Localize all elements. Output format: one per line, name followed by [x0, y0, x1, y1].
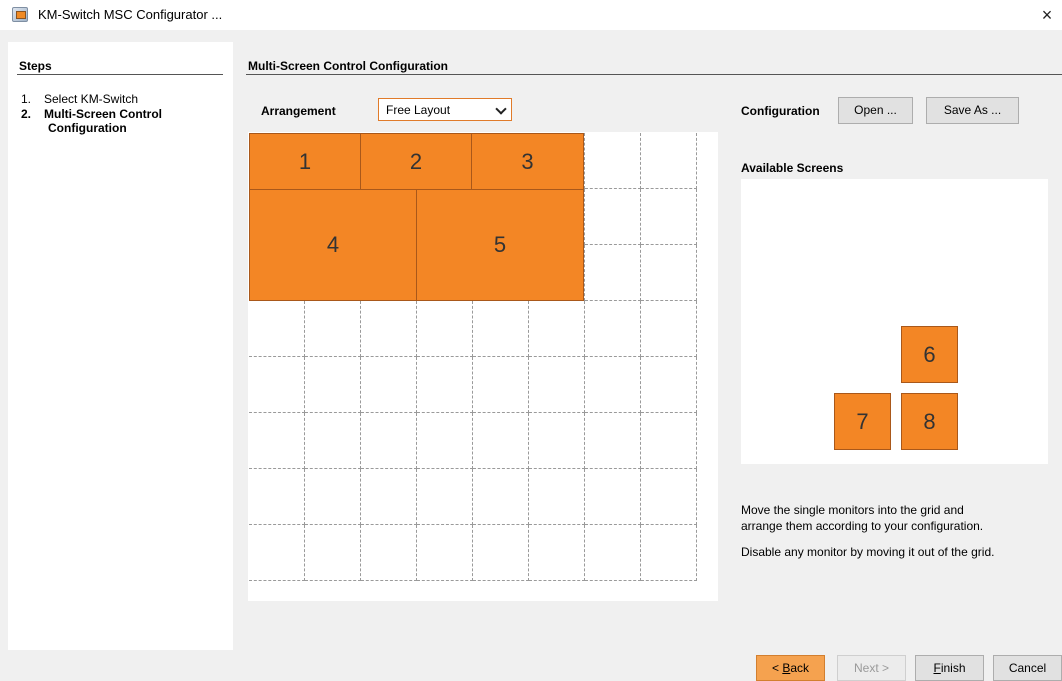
- available-screens-area: [741, 179, 1048, 464]
- grid-cell[interactable]: [361, 469, 417, 525]
- grid-cell[interactable]: [473, 469, 529, 525]
- monitor-screen[interactable]: 5: [416, 189, 584, 301]
- finish-button[interactable]: Finish: [915, 655, 984, 681]
- grid-cell[interactable]: [641, 357, 697, 413]
- available-screens-label: Available Screens: [741, 161, 844, 175]
- grid-cell[interactable]: [361, 413, 417, 469]
- monitor-screen[interactable]: 4: [249, 189, 417, 301]
- grid-cell[interactable]: [473, 357, 529, 413]
- grid-cell[interactable]: [361, 357, 417, 413]
- step-item-2: 2. Multi-Screen Control: [21, 107, 162, 121]
- help-text-line: Disable any monitor by moving it out of …: [741, 545, 995, 559]
- next-button[interactable]: Next >: [837, 655, 906, 681]
- finish-button-mnemonic: F: [933, 661, 941, 675]
- app-icon: [12, 7, 28, 22]
- back-button-rest: ack: [790, 661, 810, 675]
- back-button[interactable]: < Back: [756, 655, 825, 681]
- grid-cell[interactable]: [585, 245, 641, 301]
- step-number: 1.: [21, 92, 32, 106]
- grid-cell[interactable]: [585, 525, 641, 581]
- grid-cell[interactable]: [249, 413, 305, 469]
- grid-cell[interactable]: [585, 133, 641, 189]
- grid-cell[interactable]: [305, 357, 361, 413]
- grid-cell[interactable]: [585, 469, 641, 525]
- grid-cell[interactable]: [641, 189, 697, 245]
- grid-cell[interactable]: [249, 357, 305, 413]
- grid-cell[interactable]: [473, 413, 529, 469]
- step-label-continued: Configuration: [48, 121, 127, 135]
- configuration-label: Configuration: [741, 104, 820, 118]
- arrangement-value: Free Layout: [386, 103, 451, 117]
- window-title: KM-Switch MSC Configurator ...: [38, 7, 223, 22]
- back-button-prefix: <: [771, 661, 783, 675]
- page-title: Multi-Screen Control Configuration: [248, 59, 448, 73]
- close-icon[interactable]: ×: [1032, 0, 1062, 30]
- grid-cell[interactable]: [361, 525, 417, 581]
- title-bar: KM-Switch MSC Configurator ... ×: [0, 0, 1062, 30]
- steps-header: Steps: [19, 59, 52, 73]
- step-label: Select KM-Switch: [44, 92, 139, 106]
- grid-cell[interactable]: [585, 301, 641, 357]
- monitor-screen[interactable]: 8: [901, 393, 958, 450]
- grid-cell[interactable]: [417, 357, 473, 413]
- grid-cell[interactable]: [305, 413, 361, 469]
- grid-cell[interactable]: [417, 469, 473, 525]
- monitor-screen[interactable]: 2: [360, 133, 472, 190]
- arrangement-select[interactable]: Free Layout: [378, 98, 512, 121]
- help-text-line: arrange them according to your configura…: [741, 519, 984, 533]
- grid-cell[interactable]: [305, 525, 361, 581]
- monitor-screen[interactable]: 7: [834, 393, 891, 450]
- grid-cell[interactable]: [529, 357, 585, 413]
- grid-cell[interactable]: [641, 245, 697, 301]
- grid-cell[interactable]: [529, 301, 585, 357]
- grid-cell[interactable]: [585, 413, 641, 469]
- grid-cell[interactable]: [361, 301, 417, 357]
- step-item-1: 1. Select KM-Switch: [21, 92, 138, 106]
- grid-cell[interactable]: [641, 413, 697, 469]
- finish-button-rest: inish: [940, 661, 966, 675]
- grid-cell[interactable]: [641, 301, 697, 357]
- grid-cell[interactable]: [529, 469, 585, 525]
- help-text-line: Move the single monitors into the grid a…: [741, 503, 964, 517]
- grid-cell[interactable]: [417, 525, 473, 581]
- grid-cell[interactable]: [249, 301, 305, 357]
- open-button[interactable]: Open ...: [838, 97, 913, 124]
- grid-cell[interactable]: [585, 189, 641, 245]
- step-label: Multi-Screen Control: [44, 107, 163, 121]
- monitor-screen[interactable]: 3: [471, 133, 584, 190]
- main-header-divider: [246, 74, 1062, 75]
- step-number: 2.: [21, 107, 32, 121]
- grid-cell[interactable]: [529, 413, 585, 469]
- grid-cell[interactable]: [305, 301, 361, 357]
- steps-header-divider: [17, 74, 223, 75]
- monitor-screen[interactable]: 1: [249, 133, 361, 190]
- grid-cell[interactable]: [473, 525, 529, 581]
- grid-cell[interactable]: [249, 525, 305, 581]
- arrangement-label: Arrangement: [261, 104, 336, 118]
- chevron-down-icon: [495, 103, 507, 115]
- grid-cell[interactable]: [305, 469, 361, 525]
- grid-cell[interactable]: [585, 357, 641, 413]
- grid-cell[interactable]: [417, 413, 473, 469]
- save-as-button[interactable]: Save As ...: [926, 97, 1019, 124]
- grid-cell[interactable]: [417, 301, 473, 357]
- cancel-button[interactable]: Cancel: [993, 655, 1062, 681]
- grid-cell[interactable]: [641, 525, 697, 581]
- grid-cell[interactable]: [473, 301, 529, 357]
- grid-cell[interactable]: [641, 133, 697, 189]
- grid-cell[interactable]: [641, 469, 697, 525]
- grid-cell[interactable]: [249, 469, 305, 525]
- monitor-screen[interactable]: 6: [901, 326, 958, 383]
- grid-cell[interactable]: [529, 525, 585, 581]
